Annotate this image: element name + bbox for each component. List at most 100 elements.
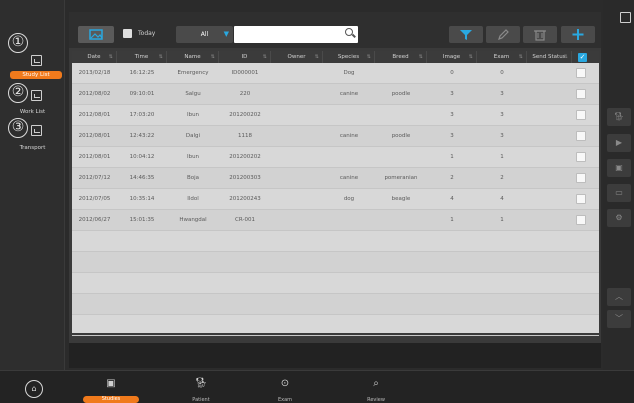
nav-review[interactable]: ⌕ Review <box>341 377 411 403</box>
table-cell <box>271 189 323 210</box>
table-cell <box>271 168 323 189</box>
col-label: Date <box>87 54 101 60</box>
study-list-icon <box>31 55 42 66</box>
select-all-checkbox[interactable]: ✓ <box>578 53 587 62</box>
table-cell <box>527 63 572 84</box>
table-cell <box>271 126 323 147</box>
table-row[interactable]: 2012/08/01 10:04:12 Ibun 201200202 1 1 <box>72 147 599 168</box>
row-checkbox[interactable] <box>576 152 586 162</box>
table-cell: 4 <box>450 196 454 202</box>
col-label: Send Status <box>532 54 566 60</box>
col-label: Exam <box>493 54 510 60</box>
sort-icon: ⇅ <box>366 54 371 60</box>
col-header-exam[interactable]: Exam ⇅ <box>477 51 527 63</box>
sort-icon: ⇅ <box>518 54 523 60</box>
table-cell: canine <box>339 91 359 97</box>
image-tool-button[interactable]: ▣ <box>607 159 631 177</box>
play-tool-button[interactable]: ▶ <box>607 134 631 152</box>
scroll-down-button[interactable]: ﹀ <box>607 310 631 328</box>
row-checkbox[interactable] <box>576 215 586 225</box>
table-cell <box>271 147 323 168</box>
table-cell: 09:10:01 <box>129 91 155 97</box>
patient-tool-button[interactable]: 🐕︎ <box>607 108 631 126</box>
edit-button[interactable] <box>486 26 520 43</box>
table-row[interactable]: 2012/08/01 12:43:22 Dalgi 1118 canine poodle 3… <box>72 126 599 147</box>
col-header-send-status[interactable]: Send Status ⇅ <box>527 51 572 63</box>
image-icon: ▣ <box>106 378 116 389</box>
table-cell: Emergency <box>177 70 209 76</box>
nav-patient[interactable]: 🐕︎ Patient <box>166 377 236 403</box>
table-cell: 1 <box>450 217 454 223</box>
settings-tool-button[interactable]: ⚙ <box>607 209 631 227</box>
study-table-body: 2013/02/18 16:12:25 Emergency ID000001 Dog 0 0… <box>72 63 599 336</box>
table-cell: 220 <box>239 91 251 97</box>
table-cell: 15:01:35 <box>129 217 155 223</box>
filter-button[interactable] <box>449 26 483 43</box>
col-label: Image <box>442 54 461 60</box>
nav-exam[interactable]: ⊙ Exam <box>250 377 320 403</box>
row-checkbox[interactable] <box>576 131 586 141</box>
table-cell: canine <box>339 175 359 181</box>
gear-icon: ⚙ <box>615 213 623 222</box>
table-row[interactable]: 2012/07/05 10:35:14 Ildol 201200243 dog beagl… <box>72 189 599 210</box>
scroll-up-button[interactable]: ︿ <box>607 288 631 306</box>
table-cell <box>527 147 572 168</box>
table-row[interactable]: 2013/02/18 16:12:25 Emergency ID000001 Dog 0 0 <box>72 63 599 84</box>
row-checkbox[interactable] <box>576 194 586 204</box>
filter-select[interactable]: All ▼ <box>176 26 233 43</box>
table-cell: 16:12:25 <box>129 70 155 76</box>
screen-capture-icon[interactable] <box>620 12 631 23</box>
monitor-tool-button[interactable]: ▭ <box>607 184 631 202</box>
table-cell: 201200303 <box>229 175 261 181</box>
magnify-image-icon: ⌕ <box>373 378 379 389</box>
col-header-species[interactable]: Species ⇅ <box>323 51 375 63</box>
monitor-icon: ▭ <box>615 188 623 197</box>
table-row[interactable]: 2012/08/01 17:03:20 Ibun 201200202 3 3 <box>72 105 599 126</box>
col-label: Name <box>184 54 201 60</box>
image-view-button[interactable] <box>78 26 114 43</box>
row-checkbox[interactable] <box>576 173 586 183</box>
row-checkbox[interactable] <box>576 110 586 120</box>
step-label: Work List <box>19 109 46 115</box>
table-row[interactable]: 2012/06/27 15:01:35 Hwangdal CR-001 1 1 <box>72 210 599 231</box>
add-button[interactable] <box>561 26 595 43</box>
table-cell <box>271 63 323 84</box>
step-number: ③ <box>8 118 28 138</box>
table-cell: 0 <box>500 70 504 76</box>
image-search-icon: ▣ <box>615 163 623 172</box>
col-header-owner[interactable]: Owner ⇅ <box>271 51 323 63</box>
col-header-date[interactable]: Date ⇅ <box>72 51 117 63</box>
col-header-image[interactable]: Image ⇅ <box>427 51 477 63</box>
nav-label: Exam <box>277 397 293 403</box>
nav-label: Patient <box>192 397 210 403</box>
home-button[interactable]: ⌂ <box>25 380 43 398</box>
home-icon: ⌂ <box>31 384 37 393</box>
nav-studies[interactable]: ▣ Studies <box>76 377 146 403</box>
table-row[interactable]: 2012/08/02 09:10:01 Salgu 220 canine poodle 3 3 <box>72 84 599 105</box>
today-checkbox[interactable] <box>123 29 132 38</box>
table-cell <box>375 147 427 168</box>
table-cell: 1 <box>500 154 504 160</box>
col-label: Breed <box>392 54 409 60</box>
table-cell: 1118 <box>238 133 252 139</box>
table-row[interactable]: 2012/07/12 14:46:35 Boja 201200303 canine pom… <box>72 168 599 189</box>
table-cell: beagle <box>391 196 411 202</box>
col-header-id[interactable]: ID ⇅ <box>219 51 271 63</box>
delete-button[interactable] <box>523 26 557 43</box>
table-cell: 2012/06/27 <box>78 217 111 223</box>
col-header-breed[interactable]: Breed ⇅ <box>375 51 427 63</box>
table-cell: 2 <box>500 175 504 181</box>
image-icon <box>89 29 103 40</box>
table-cell <box>323 147 375 168</box>
step-label: Study List <box>10 71 62 79</box>
row-checkbox[interactable] <box>576 68 586 78</box>
col-header-name[interactable]: Name ⇅ <box>167 51 219 63</box>
col-header-time[interactable]: Time ⇅ <box>117 51 167 63</box>
play-icon: ▶ <box>615 138 623 147</box>
filter-value: All <box>200 31 209 38</box>
table-cell: 2 <box>450 175 454 181</box>
row-checkbox[interactable] <box>576 89 586 99</box>
table-cell: Boja <box>186 175 200 181</box>
search-icon[interactable] <box>345 28 353 36</box>
search-input[interactable] <box>234 26 358 43</box>
